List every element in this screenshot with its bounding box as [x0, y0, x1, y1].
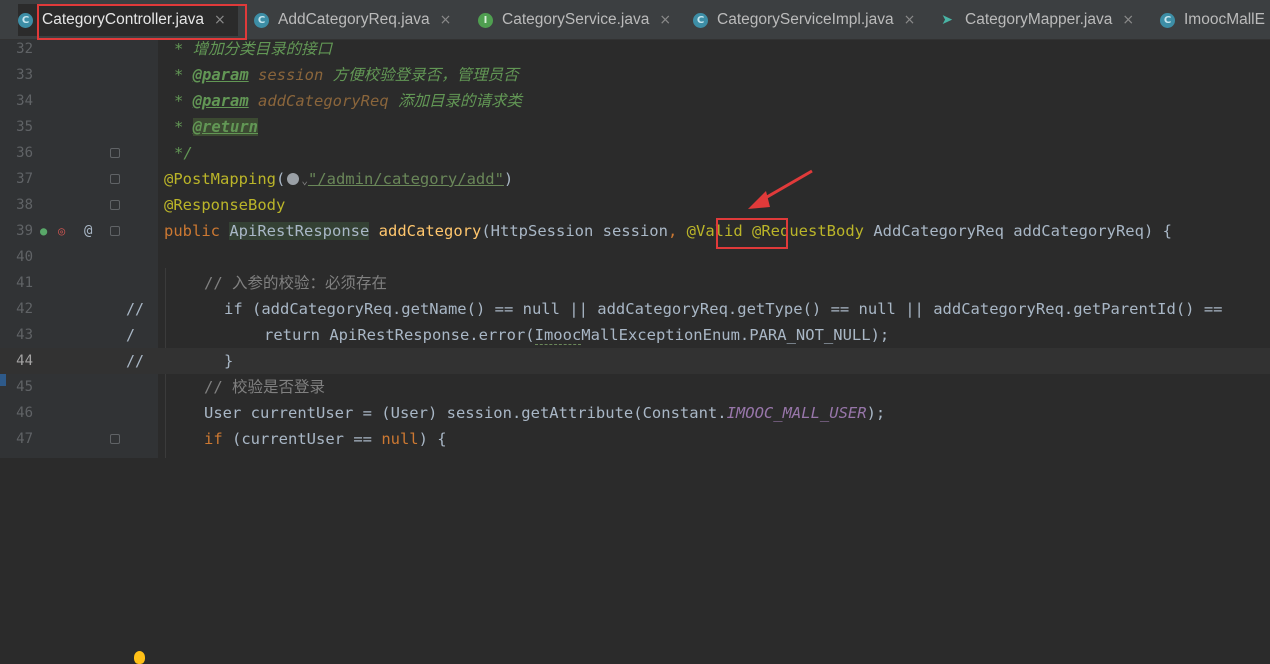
response-body-annotation: @ResponseBody: [164, 196, 286, 214]
class-c-icon: C: [254, 12, 269, 28]
line-number: 47: [16, 431, 33, 447]
tab-imooc-mall-exception[interactable]: C ImoocMallE: [1160, 4, 1265, 36]
code-line-35[interactable]: 35 * @return: [0, 114, 1270, 140]
fold-start-icon[interactable]: [110, 434, 120, 444]
post-mapping-annotation: @PostMapping(⌄"/admin/category/add"): [164, 170, 514, 188]
line-number: 45: [16, 379, 33, 395]
code-line-36[interactable]: 36 */: [0, 140, 1270, 166]
line-number: 34: [16, 93, 33, 109]
fold-end-icon[interactable]: [110, 148, 120, 158]
interface-i-icon: I: [478, 12, 493, 28]
line-number: 42: [16, 301, 33, 317]
class-c-icon: C: [18, 12, 33, 28]
mapper-bird-icon: ➤: [941, 12, 953, 28]
line-number: 33: [16, 67, 33, 83]
tab-category-mapper[interactable]: ➤ CategoryMapper.java ×: [938, 4, 1134, 36]
globe-icon[interactable]: [287, 173, 300, 185]
tab-label: ImoocMallE: [1184, 11, 1265, 28]
current-user-assignment: User currentUser = (User) session.getAtt…: [204, 404, 886, 422]
class-c-icon: C: [1160, 12, 1175, 28]
code-line-41[interactable]: 41 // 入参的校验：必须存在: [0, 270, 1270, 296]
fold-start-icon[interactable]: [110, 174, 120, 184]
comment-slash: //: [126, 300, 145, 318]
comment-slash: /: [126, 326, 136, 344]
javadoc-line: * @return: [174, 118, 258, 136]
close-icon[interactable]: ×: [659, 12, 671, 28]
line-number: 32: [16, 41, 33, 57]
javadoc-line: * 增加分类目录的接口: [174, 40, 333, 58]
line-number: 37: [16, 171, 33, 187]
tab-label: AddCategoryReq.java: [278, 11, 430, 28]
line-number: 38: [16, 197, 33, 213]
close-icon[interactable]: ×: [1122, 12, 1134, 28]
code-line-42[interactable]: 42 // if (addCategoryReq.getName() == nu…: [0, 296, 1270, 322]
commented-if-statement: if (addCategoryReq.getName() == null || …: [224, 300, 1223, 318]
code-line-46[interactable]: 46 User currentUser = (User) session.get…: [0, 400, 1270, 426]
if-statement: if (currentUser == null) {: [204, 430, 447, 448]
line-number: 39: [16, 223, 33, 239]
code-line-34[interactable]: 34 * @param addCategoryReq 添加目录的请求类: [0, 88, 1270, 114]
method-signature: public ApiRestResponse addCategory(HttpS…: [164, 222, 1172, 240]
code-line-44[interactable]: 44 // }: [0, 348, 1270, 374]
commented-close-brace: }: [224, 352, 234, 370]
close-icon[interactable]: ×: [440, 12, 452, 28]
valid-annotation-red-highlight: [716, 218, 788, 249]
code-line-43[interactable]: 43 / return ApiRestResponse.error(ImoocM…: [0, 322, 1270, 664]
tab-label: CategoryServiceImpl.java: [717, 11, 894, 28]
line-number: 44: [16, 353, 33, 369]
code-line-45[interactable]: 45 // 校验是否登录: [0, 374, 1270, 400]
fold-start-icon[interactable]: [110, 226, 120, 236]
line-number: 41: [16, 275, 33, 291]
javadoc-line: * @param session 方便校验登录否，管理员否: [174, 66, 519, 84]
lightbulb-icon[interactable]: [134, 651, 145, 664]
code-comment: // 入参的校验：必须存在: [204, 274, 387, 292]
tab-label: CategoryService.java: [502, 11, 650, 28]
line-number: 40: [16, 249, 33, 265]
line-number: 35: [16, 119, 33, 135]
line-number: 36: [16, 145, 33, 161]
javadoc-end: */: [174, 144, 193, 162]
chevron-down-icon[interactable]: ⌄: [301, 174, 308, 187]
annotation-at-icon[interactable]: @: [84, 218, 92, 244]
tab-category-service-impl[interactable]: C CategoryServiceImpl.java ×: [693, 4, 915, 36]
commented-return-statement: return ApiRestResponse.error(ImoocMallEx…: [264, 326, 890, 345]
active-tab-red-highlight: [37, 4, 247, 40]
code-line-47[interactable]: 47 if (currentUser == null) {: [0, 426, 1270, 452]
javadoc-line: * @param addCategoryReq 添加目录的请求类: [174, 92, 523, 110]
red-arrow-icon: [748, 169, 813, 209]
code-comment: // 校验是否登录: [204, 378, 325, 396]
tab-add-category-req[interactable]: C AddCategoryReq.java ×: [254, 4, 451, 36]
comment-slash: //: [126, 352, 145, 370]
code-line-40[interactable]: 40: [0, 244, 1270, 270]
line-number: 43: [16, 327, 33, 343]
code-line-32[interactable]: 32 * 增加分类目录的接口: [0, 36, 1270, 62]
line-number: 46: [16, 405, 33, 421]
code-line-33[interactable]: 33 * @param session 方便校验登录否，管理员否: [0, 62, 1270, 88]
code-line-38[interactable]: 38 @ResponseBody: [0, 192, 1270, 218]
tab-category-service[interactable]: I CategoryService.java ×: [478, 4, 671, 36]
close-icon[interactable]: ×: [904, 12, 916, 28]
class-c-icon: C: [693, 12, 708, 28]
tab-label: CategoryMapper.java: [965, 11, 1113, 28]
bean-method-icon[interactable]: ●: [40, 218, 47, 244]
code-line-39[interactable]: 39 ● ◎ @ public ApiRestResponse addCateg…: [0, 218, 1270, 244]
fold-end-icon[interactable]: [110, 200, 120, 210]
code-line-37[interactable]: 37 @PostMapping(⌄"/admin/category/add"): [0, 166, 1270, 192]
endpoint-icon[interactable]: ◎: [58, 218, 65, 244]
